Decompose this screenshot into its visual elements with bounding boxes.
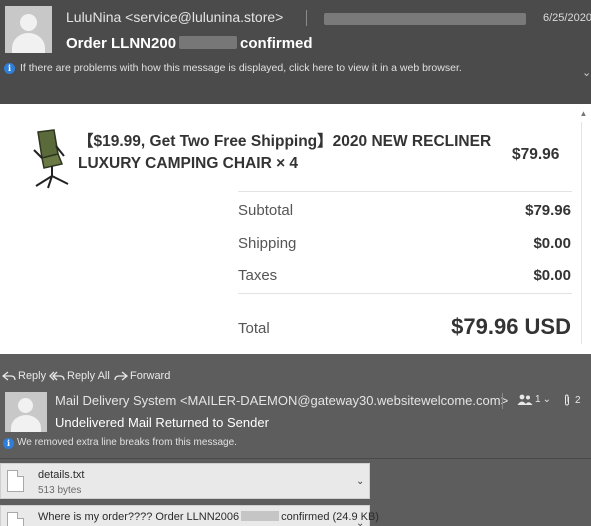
header-divider (502, 393, 503, 409)
attachment-count[interactable]: 2 (563, 394, 581, 406)
chevron-down-icon: ⌄ (542, 394, 551, 405)
sender-name[interactable]: LuluNina <service@lulunina.store> (66, 9, 283, 25)
message-body: ▲ 【$19.99, Get Two Free Shipping】2020 NE… (0, 104, 591, 354)
subject-suffix: confirmed (240, 35, 313, 52)
redacted-recipient (324, 13, 526, 25)
chevron-down-icon[interactable]: ⌄ (582, 66, 591, 79)
shipping-value: $0.00 (533, 235, 571, 252)
attachment-size: 513 bytes (38, 485, 82, 496)
subtotal-label: Subtotal (238, 202, 294, 219)
message-header: LuluNina <service@lulunina.store> 6/25/2… (0, 0, 591, 104)
shipping-label: Shipping (238, 235, 297, 252)
chevron-down-icon[interactable]: ⌄ (356, 518, 364, 526)
total-value: $79.96 USD (451, 314, 571, 339)
section-divider (0, 458, 591, 459)
attachment-count-value: 2 (575, 394, 581, 406)
file-icon (7, 470, 24, 492)
info-icon: i (3, 438, 14, 449)
forward-icon (114, 371, 128, 381)
header-divider (306, 10, 307, 26)
reply-all-button[interactable]: Reply All (49, 370, 110, 382)
redacted-order-number (179, 36, 238, 49)
message-subject: Order LLNN200 confirmed (66, 35, 313, 52)
message-subject: Undelivered Mail Returned to Sender (55, 415, 269, 430)
sender-name[interactable]: Mail Delivery System <MAILER-DAEMON@gate… (55, 393, 508, 408)
info-bar-message[interactable]: We removed extra line breaks from this m… (17, 437, 237, 448)
total-label: Total (238, 320, 270, 337)
file-icon (7, 512, 24, 526)
attachment-name: Where is my order???? Order LLNN2006 conf… (38, 511, 379, 523)
scrollbar[interactable] (581, 122, 587, 344)
reply-button[interactable]: Reply (2, 370, 46, 382)
reply-icon (2, 371, 16, 381)
attachment-item[interactable]: Where is my order???? Order LLNN2006 conf… (0, 505, 379, 526)
sender-avatar-icon[interactable] (5, 392, 47, 432)
paperclip-icon (565, 394, 569, 406)
attachment-item[interactable]: details.txt 513 bytes ⌄ (0, 463, 370, 499)
product-price: $79.96 (512, 146, 560, 163)
summary-divider (238, 191, 572, 192)
chevron-down-icon[interactable]: ⌄ (356, 476, 364, 487)
reply-label: Reply (18, 370, 47, 382)
redacted-order-number (241, 511, 280, 521)
reply-all-label: Reply All (67, 370, 110, 382)
taxes-value: $0.00 (533, 267, 571, 284)
scroll-up-icon[interactable]: ▲ (578, 108, 589, 119)
total-divider (238, 293, 572, 294)
recipients-count[interactable]: 1 ⌄ (517, 394, 551, 405)
taxes-label: Taxes (238, 267, 278, 284)
subject-prefix: Order LLNN200 (66, 35, 177, 52)
sender-avatar-icon[interactable] (5, 6, 52, 53)
recipients-count-value: 1 (535, 394, 541, 405)
camping-chair-image (33, 129, 69, 189)
people-icon (517, 394, 533, 405)
product-name: 【$19.99, Get Two Free Shipping】2020 NEW … (78, 133, 492, 172)
attachment-name: details.txt (38, 469, 85, 481)
view-in-browser-link[interactable]: If there are problems with how this mess… (20, 62, 462, 74)
info-icon: i (4, 63, 15, 74)
forward-button[interactable]: Forward (114, 370, 170, 382)
attachment-name-prefix: Where is my order???? Order LLNN2006 (38, 511, 240, 523)
reply-all-icon (49, 371, 65, 381)
forward-label: Forward (130, 370, 171, 382)
subtotal-value: $79.96 (525, 202, 571, 219)
message-date: 6/25/2020 (543, 12, 591, 24)
